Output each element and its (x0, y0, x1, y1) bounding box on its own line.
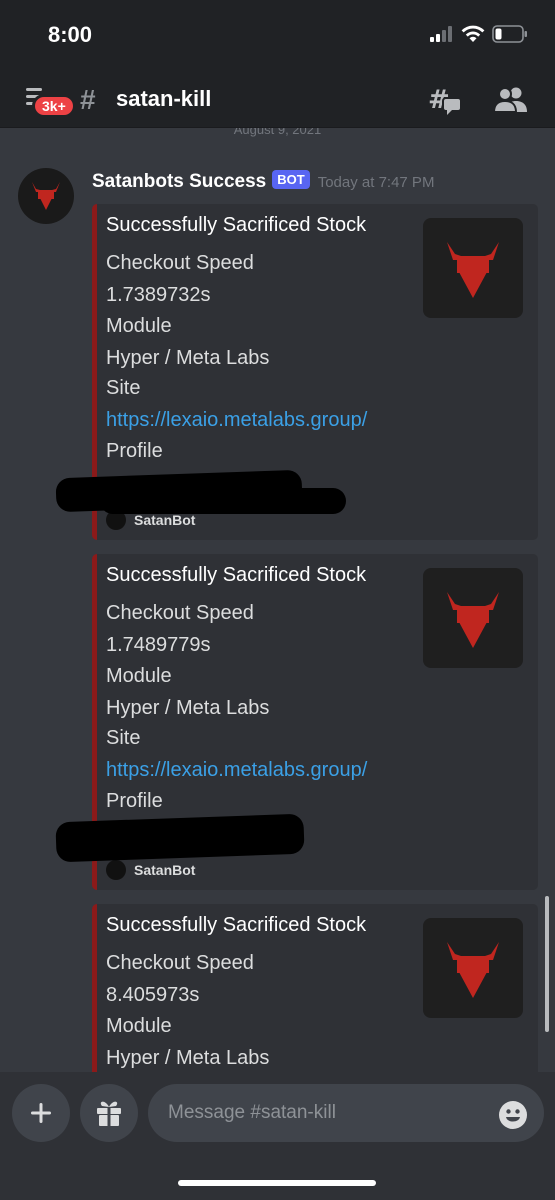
notification-badge: 3k+ (32, 94, 76, 118)
embed-field-value: 1.7389732s (106, 284, 211, 306)
embed-footer-text: SatanBot (134, 512, 196, 528)
channel-title[interactable]: satan-kill (116, 86, 211, 112)
embed-field-label: Module (106, 665, 172, 687)
embed-field-label: Site (106, 377, 141, 399)
status-time: 8:00 (48, 22, 93, 47)
author-name[interactable]: Satanbots Success (92, 171, 266, 192)
battery-icon (492, 25, 527, 43)
embed-field-label: Module (106, 1015, 172, 1037)
avatar[interactable] (18, 168, 74, 224)
embed-field-value: 8.405973s (106, 984, 200, 1006)
embed-field-value: Hyper / Meta Labs (106, 347, 270, 369)
embed-title: Successfully Sacrificed Stock (106, 914, 367, 936)
message-timestamp: Today at 7:47 PM (317, 174, 435, 191)
date-separator: August 9, 2021 (233, 128, 322, 137)
embed-site-link[interactable]: https://lexaio.metalabs.group/ (106, 759, 367, 782)
home-indicator[interactable] (178, 1180, 376, 1186)
embed-field-value: Hyper / Meta Labs (106, 697, 270, 719)
plus-icon (31, 1103, 51, 1123)
threads-icon[interactable]: # (428, 84, 464, 116)
embed-field-value: Hyper / Meta Labs (106, 1047, 270, 1069)
satan-logo-icon (447, 592, 499, 648)
embed-title: Successfully Sacrificed Stock (106, 214, 367, 236)
embed-thumbnail[interactable] (423, 568, 523, 668)
scrollbar-thumb[interactable] (545, 896, 549, 1032)
message-list[interactable]: August 9, 2021 Satanbots Success BOT Today… (0, 128, 555, 1072)
message-input[interactable] (148, 1084, 544, 1142)
embed-field-label: Site (106, 727, 141, 749)
embed-field-label: Profile (106, 790, 163, 812)
embed-field-value: 1.7489779s (106, 634, 211, 656)
embed-field-label: Module (106, 315, 172, 337)
gift-icon (97, 1101, 121, 1126)
embed-field-label: Profile (106, 440, 163, 462)
wifi-icon (461, 25, 485, 42)
members-icon[interactable] (494, 86, 528, 112)
satan-logo-icon (447, 942, 499, 998)
embed-field-label: Checkout Speed (106, 252, 254, 274)
embed-card: Successfully Sacrificed Stock Checkout S… (92, 904, 538, 1072)
bot-tag: BOT (272, 170, 310, 189)
status-bar: 8:00 (0, 0, 555, 70)
satan-logo-icon (32, 182, 60, 210)
hash-icon: # (80, 84, 96, 115)
embed-site-link[interactable]: https://lexaio.metalabs.group/ (106, 409, 367, 432)
gift-button[interactable] (80, 1084, 138, 1142)
add-attachment-button[interactable] (12, 1084, 70, 1142)
embed-footer-text: SatanBot (134, 862, 196, 878)
redaction-mark (100, 488, 346, 514)
embed-thumbnail[interactable] (423, 918, 523, 1018)
footer-logo-icon (106, 860, 126, 880)
satan-logo-icon (447, 242, 499, 298)
embed-title: Successfully Sacrificed Stock (106, 564, 367, 586)
composer-bar (0, 1072, 555, 1200)
message-header: Satanbots Success BOT Today at 7:47 PM (92, 170, 434, 193)
embed-field-label: Checkout Speed (106, 952, 254, 974)
embed-thumbnail[interactable] (423, 218, 523, 318)
embed-field-label: Checkout Speed (106, 602, 254, 624)
emoji-icon[interactable] (498, 1100, 528, 1130)
signal-icon (430, 26, 452, 42)
embed-footer: SatanBot (106, 860, 195, 880)
channel-header: # satan-kill # (0, 70, 555, 128)
